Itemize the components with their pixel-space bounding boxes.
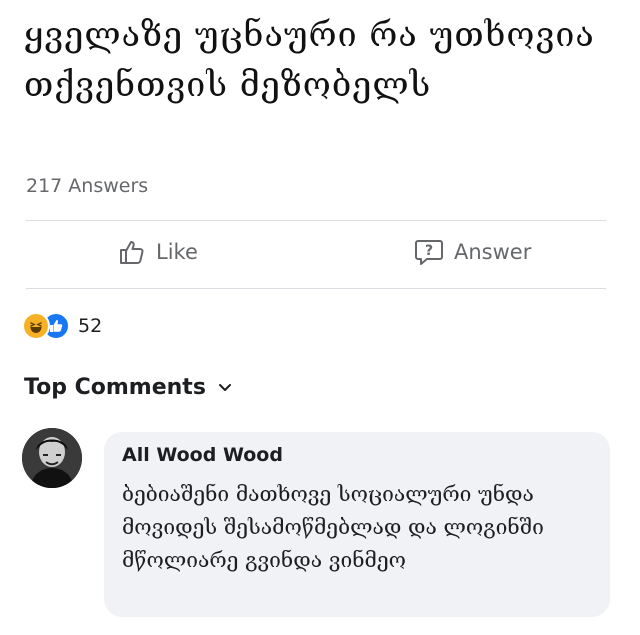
like-button[interactable]: Like <box>118 238 198 266</box>
top-comments-label: Top Comments <box>24 375 206 400</box>
answers-count[interactable]: 217 Answers <box>26 175 148 197</box>
answer-label: Answer <box>454 240 532 264</box>
question-title: ყველაზე უცნაური რა უთხოვია თქვენთვის მეზ… <box>24 15 595 105</box>
haha-reaction-icon <box>22 312 50 340</box>
chevron-down-icon <box>218 378 232 397</box>
reaction-count: 52 <box>78 315 103 337</box>
comment-bubble: All Wood Wood ბებიაშენი მათხოვე სოციალურ… <box>104 432 610 617</box>
top-comments-dropdown[interactable]: Top Comments <box>24 375 232 400</box>
avatar[interactable] <box>22 428 82 488</box>
divider-top <box>26 220 606 221</box>
comment-text: ბებიაშენი მათხოვე სოციალური უნდა მოვიდეს… <box>122 482 544 572</box>
answer-button[interactable]: ? Answer <box>414 238 531 266</box>
thumbs-up-icon <box>118 238 146 266</box>
question-bubble-icon: ? <box>414 238 444 266</box>
svg-text:?: ? <box>425 243 433 259</box>
divider-bottom <box>26 288 606 289</box>
like-label: Like <box>156 240 198 264</box>
comment-author[interactable]: All Wood Wood <box>122 444 283 466</box>
reactions-summary[interactable]: 52 <box>22 312 102 340</box>
